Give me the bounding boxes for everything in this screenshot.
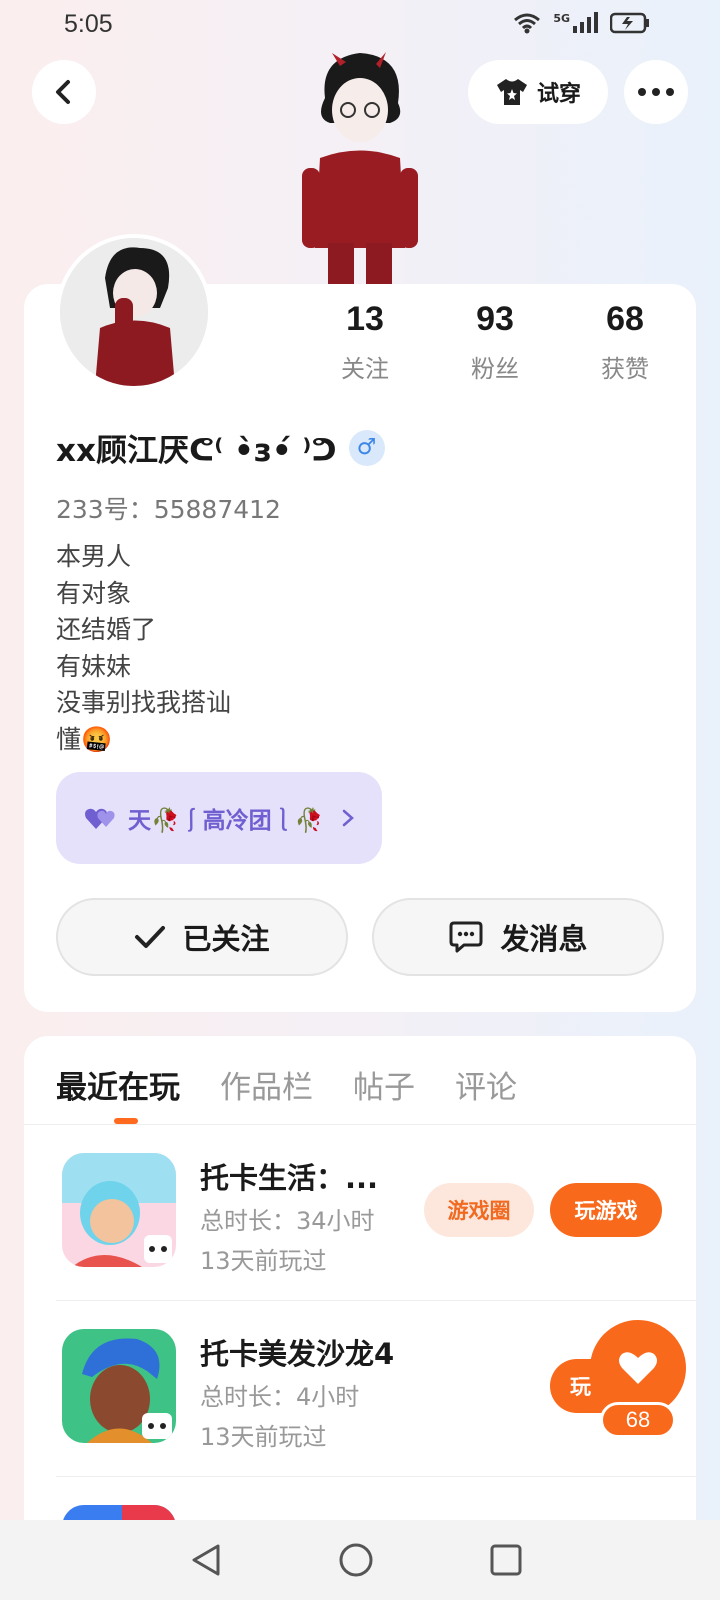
games-card: 最近在玩 作品栏 帖子 评论 托卡生活：... 总时长：34小时 13天前玩过 … xyxy=(24,1036,696,1600)
circle-home-icon xyxy=(339,1543,373,1577)
bio-line: 有对象 xyxy=(56,578,132,608)
game-name: 托卡美发沙龙4 xyxy=(200,1337,395,1371)
stat-followers[interactable]: 93 粉丝 xyxy=(430,300,560,384)
game-circle-button[interactable]: 游戏圈 xyxy=(424,1183,534,1237)
avatar-image xyxy=(60,238,208,386)
tab-recently-played[interactable]: 最近在玩 xyxy=(56,1062,180,1107)
square-recents-icon xyxy=(490,1544,522,1576)
game-row[interactable]: 托卡生活：... 总时长：34小时 13天前玩过 游戏圈 玩游戏 xyxy=(24,1125,696,1301)
triangle-back-icon xyxy=(192,1544,220,1576)
status-icons: 5G xyxy=(513,12,650,34)
bio-line: 懂🤬 xyxy=(56,724,113,754)
stat-label: 获赞 xyxy=(601,355,649,383)
back-button[interactable] xyxy=(32,60,96,124)
bio-line: 没事别找我搭讪 xyxy=(56,688,232,717)
stat-label: 关注 xyxy=(341,355,389,383)
signal-icon xyxy=(573,12,598,33)
stat-value: 13 xyxy=(346,300,384,338)
status-time: 5:05 xyxy=(64,10,113,38)
stat-following[interactable]: 13 关注 xyxy=(300,300,430,384)
battery-icon xyxy=(610,12,649,34)
chevron-left-icon xyxy=(56,80,70,104)
avatar[interactable] xyxy=(56,234,212,390)
bio: 本男人 有对象 还结婚了 有妹妹 没事别找我搭讪 懂🤬 xyxy=(56,539,231,758)
tab-works[interactable]: 作品栏 xyxy=(220,1062,313,1107)
more-button[interactable] xyxy=(624,60,688,124)
followed-label: 已关注 xyxy=(182,922,270,956)
game-duration: 总时长：4小时 xyxy=(200,1383,360,1411)
tshirt-icon xyxy=(496,79,527,105)
user-id: 233号：55887412 xyxy=(56,495,281,524)
tab-bar: 最近在玩 作品栏 帖子 评论 xyxy=(56,1062,517,1107)
bio-line: 本男人 xyxy=(56,542,132,571)
nav-home-button[interactable] xyxy=(334,1538,378,1582)
game-last-played: 13天前玩过 xyxy=(200,1423,327,1451)
like-count: 68 xyxy=(600,1402,676,1438)
like-button[interactable]: 68 xyxy=(590,1320,686,1438)
chat-bubble-icon xyxy=(449,921,483,953)
nav-recents-button[interactable] xyxy=(484,1538,528,1582)
game-icon xyxy=(62,1153,176,1267)
stat-value: 68 xyxy=(606,300,644,338)
game-icon xyxy=(62,1329,176,1443)
group-badge[interactable]: 天🥀⎰高冷团⎱🥀 xyxy=(56,772,382,864)
nickname: xx顾江厌ᕦ⁽ •̀з•́ ⁾ᕤ xyxy=(56,433,337,469)
followed-button[interactable]: 已关注 xyxy=(56,898,348,976)
status-bar: 5:05 5G xyxy=(0,0,720,50)
tab-posts[interactable]: 帖子 xyxy=(353,1062,415,1107)
avatar-figure xyxy=(302,52,418,288)
bio-line: 有妹妹 xyxy=(56,651,132,681)
stat-value: 93 xyxy=(476,300,514,338)
game-name: 托卡生活：... xyxy=(200,1161,379,1195)
double-heart-icon xyxy=(85,808,115,829)
wifi-icon xyxy=(514,13,541,34)
try-on-label: 试穿 xyxy=(536,82,581,107)
network-type: 5G xyxy=(553,11,570,25)
send-message-button[interactable]: 发消息 xyxy=(372,898,664,976)
group-name: 天🥀⎰高冷团⎱🥀 xyxy=(128,808,324,834)
more-dots-icon xyxy=(638,88,674,96)
game-last-played: 13天前玩过 xyxy=(200,1247,327,1275)
game-duration: 总时长：34小时 xyxy=(200,1207,375,1235)
chevron-right-icon xyxy=(343,809,355,827)
stats-row: 13 关注 93 粉丝 68 获赞 xyxy=(300,300,690,384)
tab-comments[interactable]: 评论 xyxy=(455,1062,517,1107)
stat-likes[interactable]: 68 获赞 xyxy=(560,300,690,384)
heart-icon xyxy=(619,1352,657,1384)
play-game-button[interactable]: 玩游戏 xyxy=(550,1183,662,1237)
nav-back-button[interactable] xyxy=(184,1538,228,1582)
stat-label: 粉丝 xyxy=(471,355,519,383)
send-message-label: 发消息 xyxy=(500,922,588,956)
bio-line: 还结婚了 xyxy=(56,615,157,644)
gender-male-icon: ♂ xyxy=(348,429,385,466)
nickname-row: xx顾江厌ᕦ⁽ •̀з•́ ⁾ᕤ ♂ xyxy=(56,425,385,470)
check-icon xyxy=(135,926,166,948)
try-on-button[interactable]: 试穿 xyxy=(468,60,608,124)
system-nav-bar xyxy=(0,1520,720,1600)
